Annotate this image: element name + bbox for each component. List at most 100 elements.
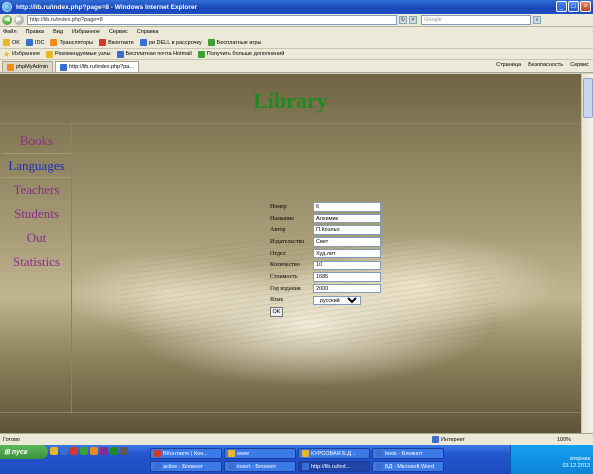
taskbar-button[interactable]: book - Блокнот (372, 448, 444, 459)
suggested-sites-icon (46, 50, 54, 58)
page-icon (60, 63, 68, 71)
toolbar-item[interactable]: IDC (25, 39, 44, 46)
nav-link-students[interactable]: Students (2, 201, 71, 225)
word-icon (376, 463, 383, 470)
price-field[interactable] (313, 272, 381, 282)
menu-item-view[interactable]: Вид (53, 29, 63, 35)
form-row: Издательство (270, 236, 381, 248)
app-icon[interactable] (80, 447, 88, 455)
ok-button[interactable]: OK (270, 307, 283, 318)
translate-icon (50, 39, 58, 46)
form-row: Номер (270, 201, 381, 213)
zoom-level[interactable]: 100% (557, 437, 571, 443)
safety-menu-button[interactable]: Безопасность (528, 62, 563, 68)
stop-icon[interactable]: × (409, 16, 417, 24)
publisher-field[interactable] (313, 237, 381, 247)
search-input[interactable]: Google (421, 15, 531, 25)
command-bar: Страница Безопасность Сервис (496, 62, 589, 68)
maximize-button[interactable]: □ (568, 1, 579, 12)
nav-link-out[interactable]: Out (2, 225, 71, 249)
number-field[interactable] (313, 202, 381, 212)
taskbar-button[interactable]: ВКонтакте | Кон... (150, 448, 222, 459)
window-titlebar: http://lib.ru/index.php?page=8 - Windows… (0, 0, 593, 14)
quantity-field[interactable] (313, 260, 381, 271)
favorites-link[interactable]: Получить больше дополнений (197, 50, 284, 58)
toolbar-item[interactable]: Вконтакте (99, 39, 134, 46)
app-icon[interactable] (110, 447, 118, 455)
notepad-icon (154, 463, 161, 470)
divider (0, 412, 581, 413)
refresh-icon[interactable]: ↻ (399, 16, 407, 24)
windows-logo-icon: ⊞ (4, 449, 10, 456)
tools-menu-button[interactable]: Сервис (570, 62, 589, 68)
tab-phpmyadmin[interactable]: phpMyAdmin (2, 61, 54, 72)
clock-date[interactable]: 03.12.2013 (562, 463, 590, 469)
field-label: Номер (270, 203, 287, 210)
taskbar-button-active[interactable]: http://lib.ru/ind... (298, 461, 370, 472)
app-icon[interactable] (120, 447, 128, 455)
vertical-scrollbar[interactable] (581, 74, 593, 433)
forward-button[interactable]: ▶ (14, 15, 24, 25)
field-label: Год издания (270, 285, 301, 292)
status-bar: Готово Интернет 100% (0, 433, 593, 445)
search-icon[interactable]: ⌕ (533, 16, 541, 24)
form-row: Название (270, 213, 381, 225)
toolbar-item[interactable]: ри DELL в рассрочку (139, 39, 202, 46)
menu-item-edit[interactable]: Правка (26, 29, 45, 35)
form-row: Стоимость (270, 271, 381, 283)
nav-link-languages[interactable]: Languages (2, 153, 71, 177)
back-button[interactable]: ◀ (2, 15, 12, 25)
scrollbar-thumb[interactable] (583, 78, 593, 118)
author-field[interactable] (313, 225, 381, 235)
page-menu-button[interactable]: Страница (496, 62, 521, 68)
favorites-link[interactable]: Бесплатная почта Hotmail (116, 50, 192, 58)
page-content: Library Books Languages Teachers Student… (0, 74, 593, 433)
start-button[interactable]: ⊞ пуск (0, 445, 48, 459)
field-label: Стоимость (270, 273, 298, 280)
toolbar-item[interactable]: OK (3, 39, 20, 46)
media-icon[interactable] (70, 447, 78, 455)
favorites-button[interactable]: ★ Избранное (3, 50, 40, 58)
system-tray: вторник 03.12.2013 (510, 445, 593, 474)
menu-item-help[interactable]: Справка (137, 29, 159, 35)
favorites-link[interactable]: Рекомендуемые узлы (46, 50, 111, 58)
clock-day: вторник (570, 456, 590, 462)
year-field[interactable] (313, 283, 381, 294)
toolbar-item[interactable]: Трансляторы (50, 39, 93, 46)
language-select[interactable]: русский (313, 295, 361, 306)
field-label: Автор (270, 227, 286, 234)
firefox-icon[interactable] (90, 447, 98, 455)
nav-link-books[interactable]: Books (2, 129, 71, 153)
folder-icon[interactable] (50, 447, 58, 455)
title-field[interactable] (313, 213, 381, 224)
ie-icon (302, 463, 309, 470)
address-bar: ◀ ▶ http://lib.ru/index.php?page=8 ↻ × G… (0, 14, 593, 27)
taskbar-button[interactable]: insert - Блокнот (224, 461, 296, 472)
taskbar-button[interactable]: БД - Microsoft Word (372, 461, 444, 472)
taskbar-button[interactable]: www (224, 448, 296, 459)
nav-link-statistics[interactable]: Statistics (2, 249, 71, 273)
taskbar-button[interactable]: КУРСОВАЯ Б.Д... (298, 448, 370, 459)
book-form: Номер Название Автор Издательство Отдел … (270, 201, 381, 318)
notepad-icon (376, 450, 383, 457)
vk-icon (99, 39, 107, 46)
app-icon[interactable] (100, 447, 108, 455)
hotmail-icon (116, 50, 124, 58)
field-label: Название (270, 215, 294, 222)
department-field[interactable] (313, 248, 381, 259)
menu-item-favorites[interactable]: Избранное (72, 29, 100, 35)
toolbar-item[interactable]: Бесплатные игры (207, 39, 261, 46)
notepad-icon (228, 463, 235, 470)
close-button[interactable]: × (580, 1, 591, 12)
taskbar-button[interactable]: active - Блокнот (150, 461, 222, 472)
minimize-button[interactable]: _ (556, 1, 567, 12)
folder-icon (228, 450, 235, 457)
tab-library[interactable]: http://lib.ru/index.php?pa... (55, 61, 139, 72)
ie-icon[interactable] (60, 447, 68, 455)
menu-item-tools[interactable]: Сервис (109, 29, 128, 35)
url-input[interactable]: http://lib.ru/index.php?page=8 (27, 15, 397, 25)
security-zone: Интернет (432, 436, 465, 443)
nav-link-teachers[interactable]: Teachers (2, 177, 71, 201)
tab-row: phpMyAdmin http://lib.ru/index.php?pa...… (0, 60, 593, 73)
menu-item-file[interactable]: Файл (3, 29, 17, 35)
